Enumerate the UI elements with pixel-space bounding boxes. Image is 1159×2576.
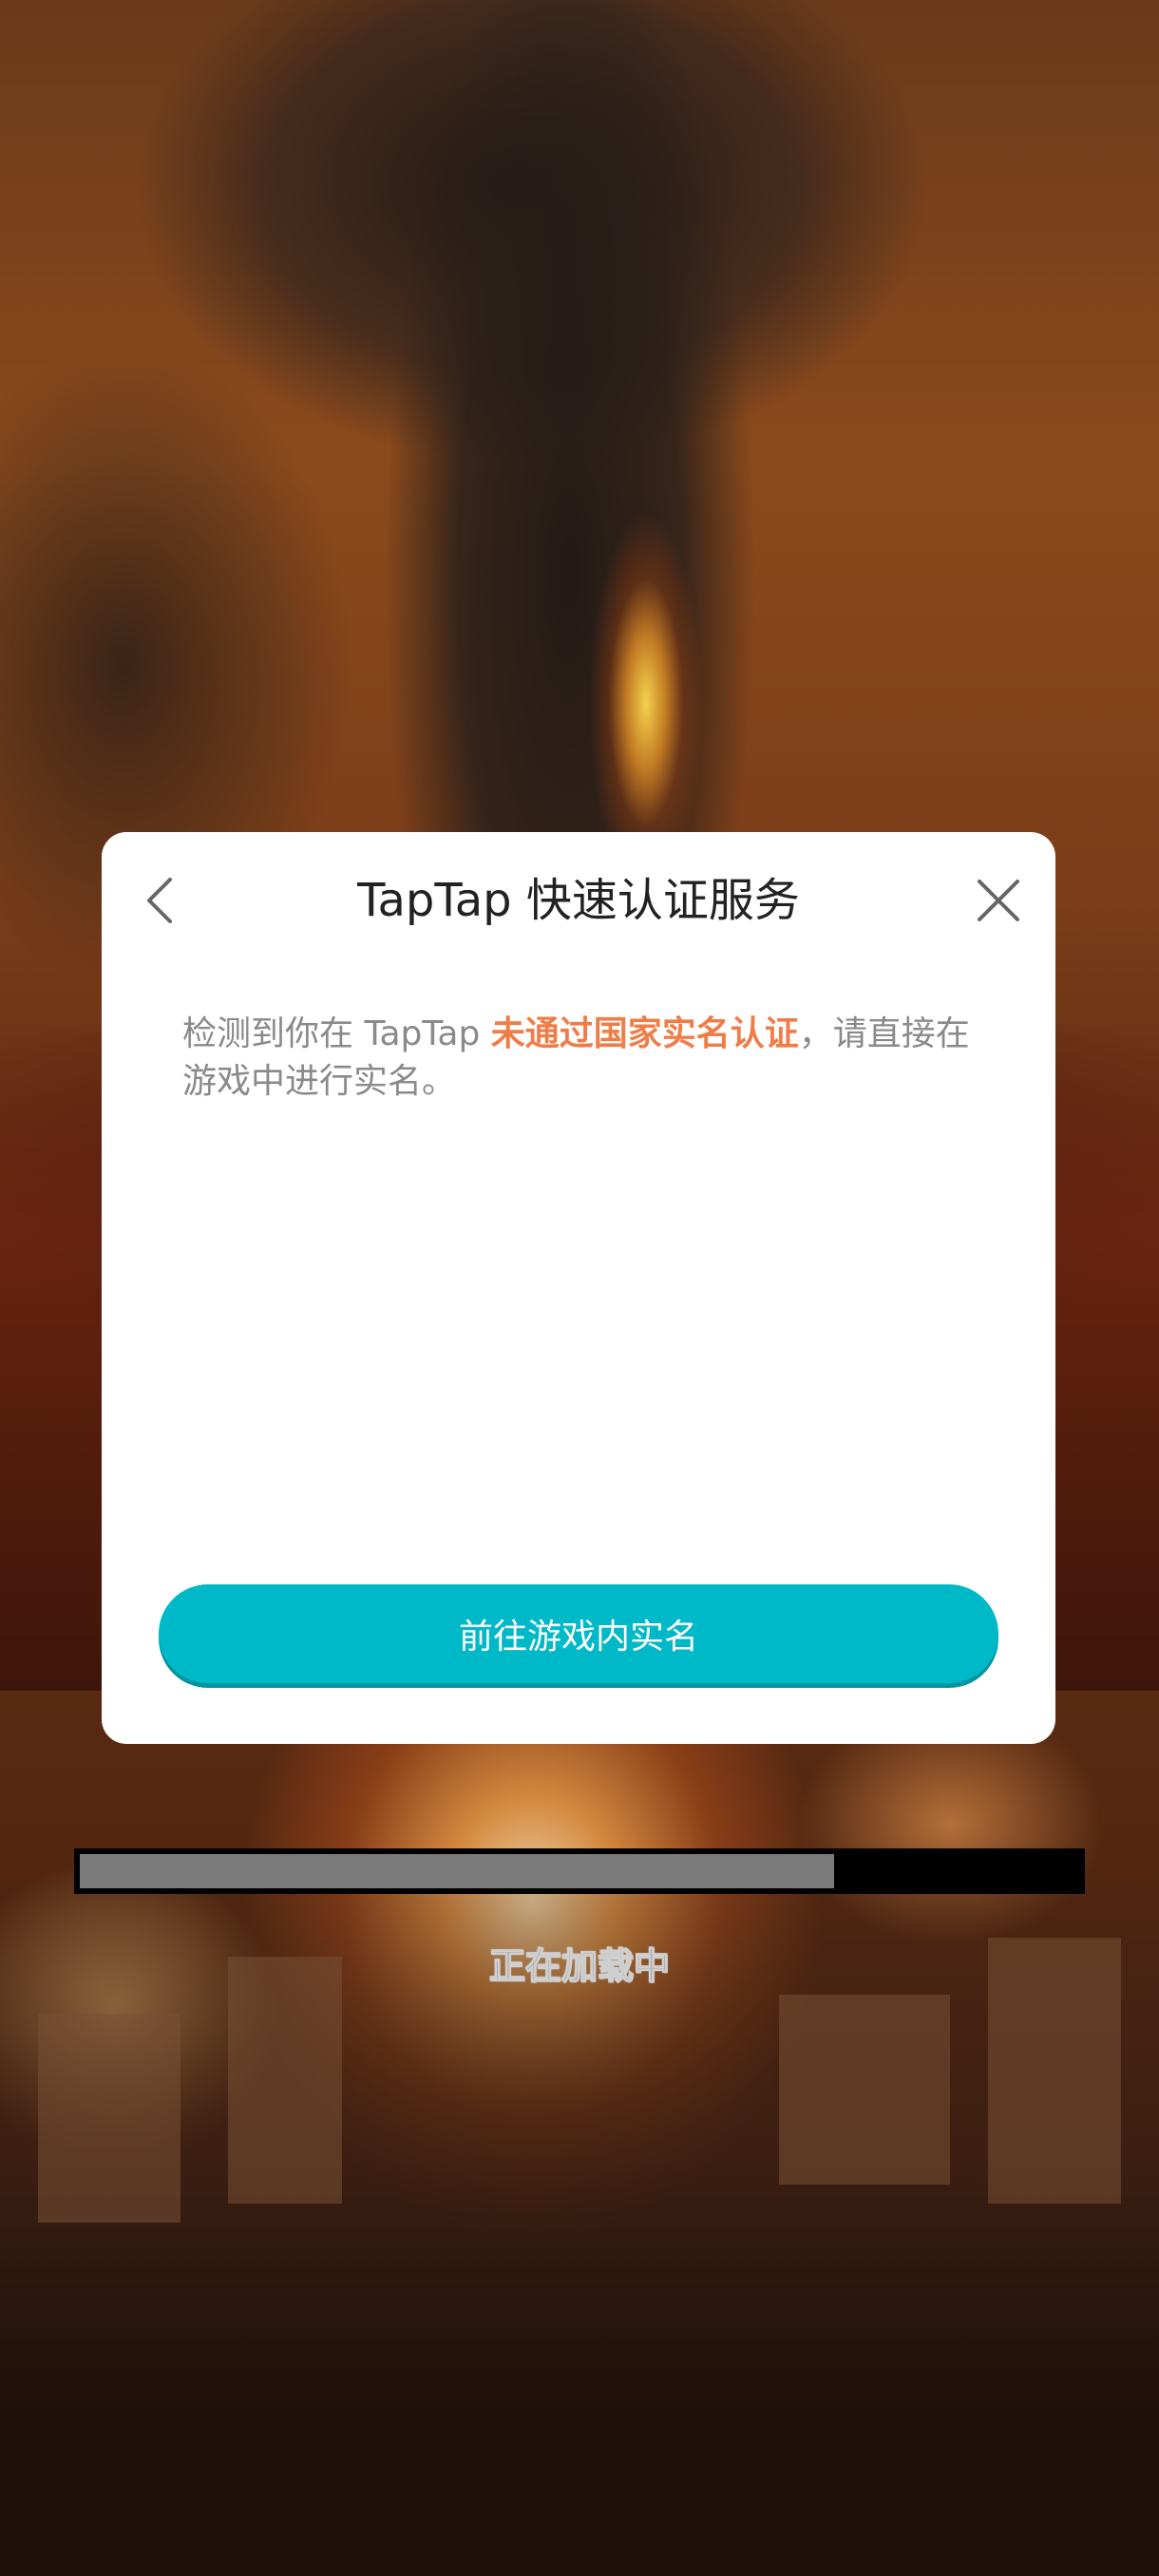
realname-auth-dialog: TapTap 快速认证服务 检测到你在 TapTap 未通过国家实名认证，请直接… [102,832,1055,1744]
background-building [38,2014,180,2223]
background-building [228,1957,342,2204]
message-prefix: 检测到你在 TapTap [182,1014,491,1053]
close-button[interactable] [968,870,1029,931]
dialog-title: TapTap 快速认证服务 [357,874,800,927]
close-icon [978,880,1019,921]
go-to-ingame-realname-button[interactable]: 前往游戏内实名 [159,1584,998,1683]
loading-progress-fill [80,1854,835,1888]
background-building [988,1938,1121,2204]
background-fire-column [589,475,703,874]
game-loading-screen: TapTap 快速认证服务 检测到你在 TapTap 未通过国家实名认证，请直接… [0,0,1159,2576]
loading-status-text: 正在加载中 [488,1944,671,1988]
chevron-left-icon [147,878,172,923]
background-building [779,1995,950,2185]
back-button[interactable] [130,870,191,931]
message-highlight: 未通过国家实名认证 [490,1014,799,1053]
dialog-header: TapTap 快速认证服务 [102,832,1055,967]
dialog-message: 检测到你在 TapTap 未通过国家实名认证，请直接在游戏中进行实名。 [182,1011,990,1106]
loading-progress-bar [74,1848,1085,1894]
